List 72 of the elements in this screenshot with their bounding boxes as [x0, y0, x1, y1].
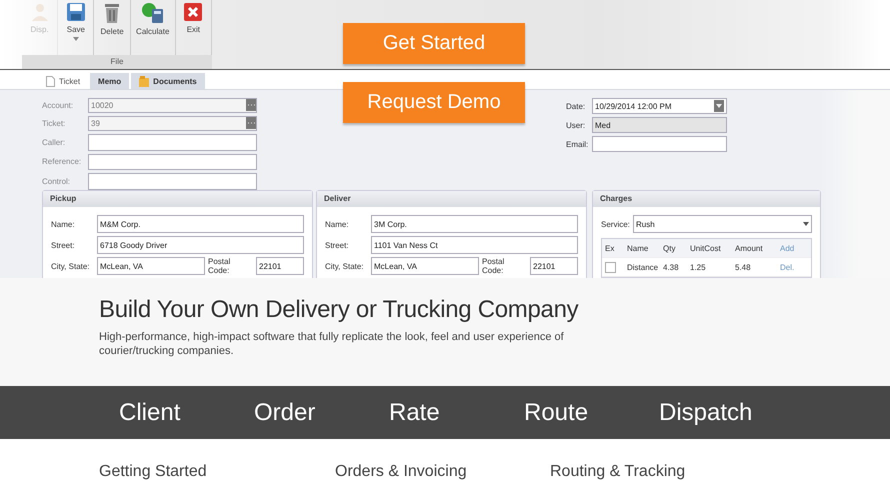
column-header: UnitCost: [689, 244, 722, 252]
field-label: Date:: [566, 102, 586, 110]
input-field[interactable]: [88, 173, 257, 190]
field-label: User:: [566, 120, 586, 130]
column-header: Name: [626, 244, 650, 252]
input-field[interactable]: M&M Corp.: [97, 215, 304, 233]
tab[interactable]: Memo: [90, 73, 130, 89]
feature-heading: Routing & Tracking: [550, 463, 686, 481]
input-field[interactable]: [88, 154, 257, 170]
input-field[interactable]: 22101: [530, 257, 578, 275]
hero-heading: Build Your Own Delivery or Trucking Company: [99, 296, 578, 324]
table-cell-text: 5.48: [734, 262, 752, 272]
nav-link[interactable]: Client: [119, 398, 254, 426]
field-label: Postal Code:: [482, 257, 506, 275]
input-field[interactable]: [592, 136, 727, 152]
close-icon: [183, 2, 204, 22]
field-label: Control:: [42, 177, 72, 186]
caret-icon: [803, 222, 809, 226]
field-label: City, State:: [51, 262, 91, 270]
column-header: Amount: [734, 244, 764, 252]
panel-title: Deliver: [317, 191, 586, 207]
feature-heading: Getting Started: [99, 463, 208, 481]
field-label: Ticket:: [42, 118, 66, 128]
person-icon: [30, 2, 50, 22]
lookup-field[interactable]: 10020: [88, 98, 257, 113]
input-field[interactable]: 6718 Goody Driver: [97, 236, 304, 254]
feature-heading: Orders & Invoicing: [335, 463, 468, 481]
input-field[interactable]: 1101 Van Ness Ct: [371, 236, 578, 254]
dropdown-icon: [714, 100, 724, 112]
toolbar-button[interactable]: Exit: [176, 0, 212, 55]
field-label: Email:: [566, 140, 590, 148]
input-field: Med: [592, 117, 727, 133]
document-icon: [46, 76, 55, 86]
date-field[interactable]: 10/29/2014 12:00 PM: [592, 98, 727, 114]
panel-title: Charges: [593, 191, 820, 207]
field-label: City, State:: [325, 262, 365, 270]
panel-title: Pickup: [43, 191, 312, 207]
caret-icon: [72, 37, 79, 41]
nav-link[interactable]: Route: [524, 398, 659, 426]
field-label: Account:: [42, 100, 74, 110]
nav-link[interactable]: Dispatch: [659, 398, 794, 426]
folder-icon: [139, 76, 150, 86]
input-field[interactable]: 22101: [256, 257, 304, 275]
group-label: File: [22, 55, 212, 69]
table-cell-text: Distance: [626, 262, 660, 272]
field-label: Caller:: [42, 138, 66, 147]
column-header: Ex: [604, 244, 616, 252]
checkbox[interactable]: [605, 262, 616, 272]
field-label: Reference:: [42, 157, 82, 166]
nav-link[interactable]: Order: [254, 398, 389, 426]
nav-link[interactable]: Rate: [389, 398, 524, 426]
input-field[interactable]: McLean, VA: [371, 257, 479, 275]
toolbar-button[interactable]: Save: [58, 0, 94, 55]
field-label: Street:: [51, 240, 76, 250]
input-field[interactable]: [88, 134, 257, 151]
table-cell-text: 1.25: [689, 262, 707, 272]
ellipsis-icon: [246, 117, 256, 130]
field-label: Name:: [51, 220, 76, 228]
ellipsis-icon: [246, 99, 256, 112]
field-label: Street:: [325, 240, 350, 250]
field-label: Service:: [601, 220, 631, 228]
column-header: Qty: [662, 244, 676, 252]
input-field[interactable]: McLean, VA: [97, 257, 205, 275]
field-label: Postal Code:: [208, 257, 232, 275]
calculator-icon: [140, 2, 165, 24]
input-field[interactable]: 3M Corp.: [371, 215, 578, 233]
lookup-field[interactable]: 39: [88, 116, 257, 131]
hero-text: High-performance, high-impact software that fully replicate the look, feel and user experience of courier/trucking companies.: [99, 330, 565, 358]
dropdown-field[interactable]: Rush: [633, 215, 812, 233]
table-cell-text: 4.38: [662, 262, 680, 272]
field-label: Name:: [325, 220, 350, 228]
tab[interactable]: Documents: [131, 73, 205, 89]
